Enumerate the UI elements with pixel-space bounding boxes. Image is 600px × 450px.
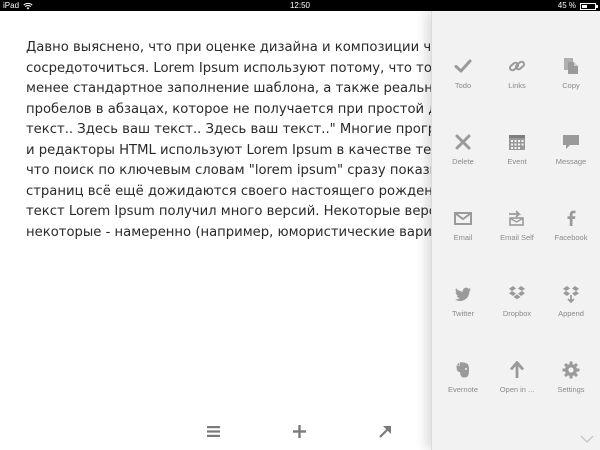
status-bar: iPad 12:50 45 %	[0, 0, 600, 11]
action-links[interactable]: Links	[489, 57, 545, 117]
checkmark-icon	[454, 59, 472, 73]
action-label: Todo	[454, 81, 472, 90]
link-icon	[508, 60, 526, 72]
speech-bubble-icon	[563, 135, 579, 149]
action-label: Append	[558, 309, 584, 318]
action-label: Twitter	[451, 309, 475, 318]
action-label: Links	[508, 81, 526, 90]
action-event[interactable]: Event	[489, 133, 545, 193]
action-label: Email Self	[500, 233, 534, 242]
email-self-icon	[509, 210, 524, 226]
action-label: Dropbox	[502, 309, 532, 318]
arrow-up-icon	[509, 361, 525, 378]
menu-icon	[206, 425, 220, 437]
action-label: Evernote	[447, 385, 479, 394]
action-settings[interactable]: Settings	[543, 361, 599, 421]
action-label: Settings	[557, 385, 585, 394]
dropbox-icon	[509, 286, 525, 300]
action-email[interactable]: Email	[435, 209, 491, 269]
action-message[interactable]: Message	[543, 133, 599, 193]
plus-icon	[292, 424, 306, 438]
action-label: Email	[453, 233, 473, 242]
action-label: Message	[555, 157, 587, 166]
actions-panel: Todo Links Copy Delete Event Message Ema…	[431, 11, 600, 450]
action-twitter[interactable]: Twitter	[435, 285, 491, 345]
copy-icon	[564, 58, 578, 74]
action-evernote[interactable]: Evernote	[435, 361, 491, 421]
calendar-icon	[509, 135, 525, 150]
facebook-icon	[567, 210, 576, 226]
battery-icon	[580, 3, 598, 10]
menu-button[interactable]	[200, 418, 226, 444]
bottom-toolbar	[0, 418, 430, 448]
twitter-bird-icon	[454, 287, 471, 301]
action-todo[interactable]: Todo	[435, 57, 491, 117]
action-label: Facebook	[554, 233, 588, 242]
battery-percent: 45 %	[557, 1, 576, 10]
status-time: 12:50	[289, 1, 311, 10]
status-right: 45 %	[557, 0, 598, 11]
action-label: Delete	[452, 157, 474, 166]
action-label: Open in ...	[499, 385, 535, 394]
envelope-icon	[454, 212, 472, 225]
action-label: Copy	[562, 81, 580, 90]
share-arrow-icon	[378, 425, 391, 438]
action-open-in[interactable]: Open in ...	[489, 361, 545, 421]
gear-icon	[562, 361, 580, 379]
add-note-button[interactable]	[286, 418, 312, 444]
share-button[interactable]	[372, 418, 398, 444]
action-delete[interactable]: Delete	[435, 133, 491, 193]
dropbox-append-icon	[563, 286, 579, 303]
evernote-elephant-icon	[456, 362, 469, 378]
action-label: Event	[507, 157, 527, 166]
x-icon	[455, 134, 471, 150]
action-email-self[interactable]: Email Self	[489, 209, 545, 269]
action-copy[interactable]: Copy	[543, 57, 599, 117]
action-append[interactable]: Append	[543, 285, 599, 345]
chevron-down-icon[interactable]	[580, 434, 594, 444]
action-facebook[interactable]: Facebook	[543, 209, 599, 269]
action-dropbox[interactable]: Dropbox	[489, 285, 545, 345]
